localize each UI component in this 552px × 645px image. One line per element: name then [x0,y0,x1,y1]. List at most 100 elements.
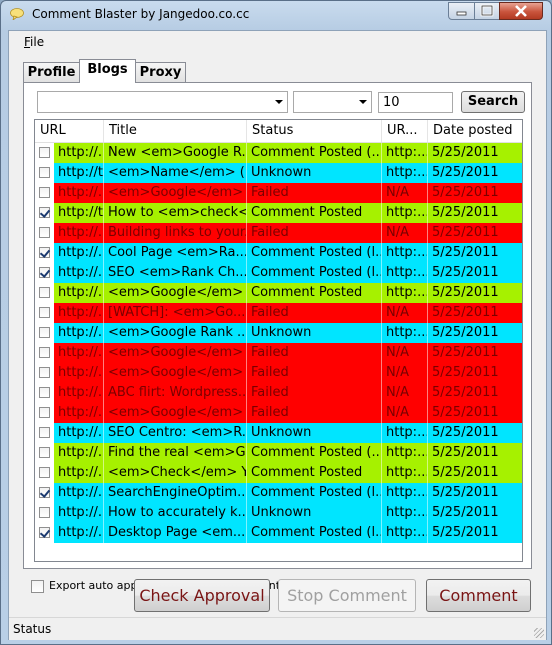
row-checkbox-cell [35,203,54,223]
table-row[interactable]: http://...Cool Page <em>Ra...Comment Pos… [35,243,522,263]
blogs-grid: URL Title Status UR... Date posted http:… [34,119,523,562]
row-checkbox[interactable] [39,507,50,518]
column-header-url[interactable]: URL [35,120,104,142]
row-checkbox[interactable] [39,267,51,278]
row-checkbox[interactable] [39,187,50,198]
table-row[interactable]: http://...<em>Google</em> ...Comment Pos… [35,283,522,303]
checkmark-icon [39,207,51,218]
table-row[interactable]: http://...[WATCH]: <em>Go...FailedN/A5/2… [35,303,522,323]
row-checkbox-cell [35,463,54,483]
row-checkbox-cell [35,183,54,203]
table-row[interactable]: http://...How to accurately k...Unknownh… [35,503,522,523]
row-checkbox[interactable] [39,207,51,218]
column-header-status[interactable]: Status [247,120,382,142]
cell-url: http://... [54,303,104,323]
check-approval-button[interactable]: Check Approval [134,579,270,612]
speech-bubble-icon [10,8,24,20]
close-button[interactable] [499,2,543,20]
table-row[interactable]: http://...SEO <em>Rank Ch...Comment Post… [35,263,522,283]
table-row[interactable]: http://t...<em>Name</em> (<...Unknownhtt… [35,163,522,183]
row-checkbox[interactable] [39,347,50,358]
row-checkbox[interactable] [39,487,51,498]
cell-url: http://t... [54,203,104,223]
cell-url: http://... [54,343,104,363]
result-count-input[interactable]: 10 [378,92,453,113]
filter-combo[interactable] [293,91,372,113]
minimize-button[interactable] [448,2,475,20]
column-header-title[interactable]: Title [104,120,247,142]
cell-ur: N/A [382,223,428,243]
table-row[interactable]: http://...Building links to your...Faile… [35,223,522,243]
table-row[interactable]: http://...New <em>Google R...Comment Pos… [35,143,522,163]
tab-profile[interactable]: Profile [23,62,80,82]
maximize-icon [480,4,494,17]
row-checkbox[interactable] [39,147,50,158]
row-checkbox[interactable] [39,467,50,478]
export-checkbox[interactable] [31,580,44,593]
cell-date: 5/25/2011 [428,183,522,203]
tab-blogs[interactable]: Blogs [79,59,136,83]
table-row[interactable]: http://...SEO Centro: <em>R...Unknownhtt… [35,423,522,443]
row-checkbox[interactable] [39,167,50,178]
row-checkbox[interactable] [39,427,50,438]
table-row[interactable]: http://...Find the real <em>G...Comment … [35,443,522,463]
row-checkbox-cell [35,303,54,323]
row-checkbox-cell [35,503,54,523]
table-row[interactable]: http://...Desktop Page <em...Comment Pos… [35,523,522,543]
table-row[interactable]: http://...<em>Google</em> ...FailedN/A5/… [35,343,522,363]
table-row[interactable]: http://...<em>Google</em> ...FailedN/A5/… [35,183,522,203]
cell-date: 5/25/2011 [428,403,522,423]
row-checkbox[interactable] [39,327,50,338]
column-header-date[interactable]: Date posted [428,120,522,142]
title-bar[interactable]: Comment Blaster by Jangedoo.co.cc [1,1,551,29]
search-button[interactable]: Search [461,91,525,113]
tab-proxy[interactable]: Proxy [135,62,186,82]
resize-grip-icon[interactable] [534,628,544,638]
table-row[interactable]: http://...SearchEngineOptim...Comment Po… [35,483,522,503]
row-checkbox[interactable] [39,227,50,238]
row-checkbox-cell [35,363,54,383]
maximize-button[interactable] [474,2,500,20]
row-checkbox[interactable] [39,367,50,378]
row-checkbox[interactable] [39,307,50,318]
blog-source-combo[interactable] [37,91,288,113]
row-checkbox[interactable] [39,287,50,298]
cell-ur: http:... [382,323,428,343]
cell-date: 5/25/2011 [428,203,522,223]
table-row[interactable]: http://t...How to <em>check<...Comment P… [35,203,522,223]
row-checkbox[interactable] [39,527,51,538]
cell-ur: N/A [382,363,428,383]
table-row[interactable]: http://...<em>Google</em> ...FailedN/A5/… [35,403,522,423]
cell-ur: http:... [382,163,428,183]
cell-status: Comment Posted (l... [247,523,382,543]
cell-url: http://... [54,523,104,543]
row-checkbox-cell [35,223,54,243]
table-row[interactable]: http://...<em>Google</em> ...FailedN/A5/… [35,363,522,383]
cell-ur: http:... [382,143,428,163]
cell-title: ABC flirt: Wordpress... [104,383,247,403]
cell-status: Failed [247,363,382,383]
cell-ur: N/A [382,403,428,423]
cell-title: New <em>Google R... [104,143,247,163]
menu-file[interactable]: File [24,35,44,49]
comment-button[interactable]: Comment [426,579,531,612]
row-checkbox[interactable] [39,247,51,258]
table-row[interactable]: http://...<em>Google Rank ...Unknownhttp… [35,323,522,343]
cell-ur: http:... [382,483,428,503]
cell-title: <em>Google</em> ... [104,183,247,203]
stop-comment-button[interactable]: Stop Comment [278,579,416,612]
cell-date: 5/25/2011 [428,283,522,303]
cell-title: SearchEngineOptim... [104,483,247,503]
cell-title: <em>Google</em> ... [104,403,247,423]
row-checkbox[interactable] [39,407,50,418]
table-row[interactable]: http://...<em>Check</em> Y...Comment Pos… [35,463,522,483]
row-checkbox[interactable] [39,387,50,398]
column-header-ur[interactable]: UR... [382,120,428,142]
cell-url: http://... [54,443,104,463]
row-checkbox[interactable] [39,447,50,458]
cell-status: Failed [247,303,382,323]
cell-date: 5/25/2011 [428,523,522,543]
cell-status: Comment Posted [247,283,382,303]
cell-date: 5/25/2011 [428,423,522,443]
table-row[interactable]: http://...ABC flirt: Wordpress...FailedN… [35,383,522,403]
